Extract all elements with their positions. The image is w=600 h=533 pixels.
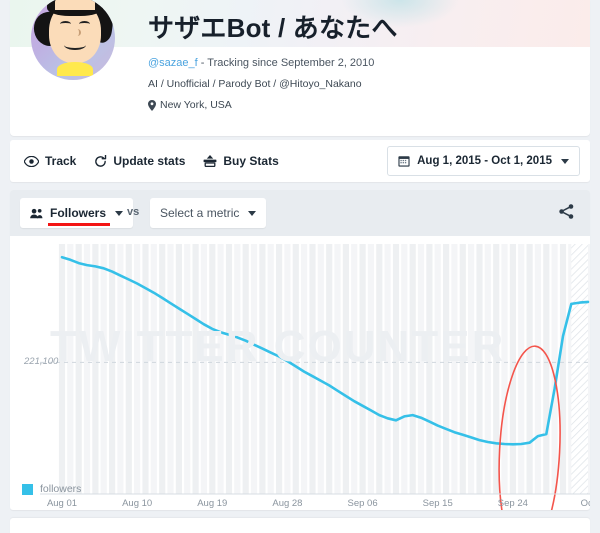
secondary-metric-label: Select a metric bbox=[160, 206, 240, 220]
buy-stats-label: Buy Stats bbox=[223, 154, 279, 168]
profile-handle-link[interactable]: @sazae_f bbox=[148, 57, 198, 69]
chart-y-tick-label: 221,100 bbox=[24, 356, 59, 368]
followers-line-chart bbox=[40, 244, 590, 510]
secondary-metric-selector[interactable]: Select a metric bbox=[150, 198, 267, 228]
next-card-peek bbox=[10, 518, 590, 533]
watermark-text: TWITTER COUNTER bbox=[50, 322, 506, 371]
map-pin-icon bbox=[148, 99, 156, 111]
x-tick-label: Sep 06 bbox=[347, 498, 378, 509]
profile-location-label: New York, USA bbox=[160, 99, 232, 111]
refresh-icon bbox=[95, 154, 107, 167]
track-label: Track bbox=[45, 154, 77, 168]
legend-label-followers: followers bbox=[40, 483, 82, 495]
people-icon bbox=[30, 208, 43, 218]
profile-card: サザエBot / あなたへ @sazae_f - Tracking since … bbox=[10, 0, 590, 136]
share-icon[interactable] bbox=[559, 204, 574, 219]
action-toolbar: Track Update stats Buy Stats Aug 1, 2015… bbox=[10, 140, 590, 182]
avatar-nose-icon bbox=[74, 29, 81, 36]
highlight-underline bbox=[48, 223, 110, 226]
chevron-down-icon bbox=[248, 210, 257, 216]
legend-swatch-followers bbox=[22, 483, 33, 495]
chevron-down-icon bbox=[561, 158, 569, 164]
avatar[interactable] bbox=[31, 0, 115, 80]
avatar-mouth-icon bbox=[64, 40, 86, 50]
avatar-eye-right-icon bbox=[79, 21, 90, 27]
avatar-forehead-icon bbox=[55, 0, 95, 10]
profile-handle-row: @sazae_f - Tracking since September 2, 2… bbox=[148, 57, 374, 69]
update-stats-button[interactable]: Update stats bbox=[94, 154, 185, 168]
x-tick-label: Aug 10 bbox=[122, 498, 153, 509]
profile-location: New York, USA bbox=[148, 99, 232, 111]
x-tick-label: Oct 03 bbox=[580, 498, 590, 510]
profile-tracking-since: - Tracking since September 2, 2010 bbox=[197, 57, 375, 69]
calendar-icon bbox=[398, 156, 410, 167]
track-button[interactable]: Track bbox=[24, 154, 76, 168]
date-range-label: Aug 1, 2015 - Oct 1, 2015 bbox=[417, 155, 552, 167]
x-tick-label: Aug 01 bbox=[46, 498, 78, 509]
chevron-down-icon bbox=[115, 210, 124, 216]
buy-stats-button[interactable]: Buy Stats bbox=[203, 154, 279, 168]
x-tick-label: Aug 19 bbox=[197, 498, 228, 509]
chart-card: Followers vs Select a metric TWITTER COU… bbox=[10, 190, 590, 510]
avatar-eye-left-icon bbox=[60, 21, 71, 27]
eye-icon bbox=[24, 155, 39, 167]
x-tick-label: Sep 24 bbox=[497, 498, 528, 509]
chart-plot-area: TWITTER COUNTER 221,100 Aug 01 Aug 10 Aug … bbox=[10, 236, 590, 510]
page-root: サザエBot / あなたへ @sazae_f - Tracking since … bbox=[0, 0, 600, 533]
update-stats-label: Update stats bbox=[113, 154, 186, 168]
x-tick-label: Sep 15 bbox=[422, 498, 453, 509]
cart-icon bbox=[203, 155, 217, 167]
chart-legend: followers bbox=[22, 483, 81, 495]
profile-bio: AI / Unofficial / Parody Bot / @Hitoyo_N… bbox=[148, 78, 362, 90]
vs-label: vs bbox=[127, 206, 140, 218]
date-range-picker[interactable]: Aug 1, 2015 - Oct 1, 2015 bbox=[387, 146, 580, 176]
avatar-collar-icon bbox=[57, 62, 93, 76]
chart-forecast-band bbox=[571, 244, 588, 494]
chart-x-axis-labels: Aug 01 Aug 10 Aug 19 Aug 28 Sep 06 Sep 15 Sep … bbox=[10, 498, 590, 510]
page-title: サザエBot / あなたへ bbox=[148, 13, 398, 43]
watermark: TWITTER COUNTER bbox=[50, 322, 570, 371]
primary-metric-label: Followers bbox=[50, 206, 107, 220]
x-tick-label: Aug 28 bbox=[272, 498, 303, 509]
